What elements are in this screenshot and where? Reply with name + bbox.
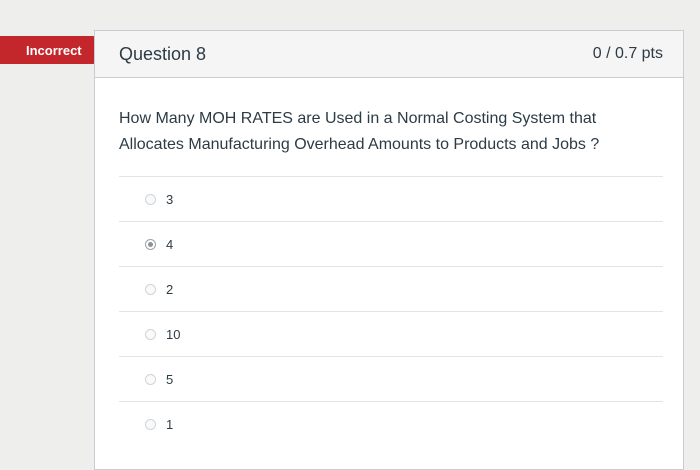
answer-option-2[interactable]: 2 (119, 266, 663, 311)
radio-button-selected[interactable] (145, 238, 156, 250)
answer-label: 5 (166, 371, 174, 387)
question-card: Question 8 0 / 0.7 pts How Many MOH RATE… (94, 30, 684, 470)
answer-list: 3 4 2 10 5 1 (95, 176, 683, 446)
incorrect-badge: Incorrect (0, 36, 104, 64)
radio-button[interactable] (145, 283, 156, 295)
radio-button[interactable] (145, 193, 156, 205)
answer-label: 4 (166, 236, 174, 252)
answer-option-4[interactable]: 4 (119, 221, 663, 266)
answer-label: 3 (166, 191, 174, 207)
points-score: 0 / 0.7 pts (592, 45, 663, 62)
question-text: How Many MOH RATES are Used in a Normal … (119, 110, 600, 153)
answer-label: 1 (166, 416, 174, 432)
answer-label: 2 (166, 281, 174, 297)
answer-option-10[interactable]: 10 (119, 311, 663, 356)
question-header: Question 8 0 / 0.7 pts (95, 31, 683, 78)
answer-label: 10 (166, 326, 181, 342)
question-title: Question 8 (119, 43, 207, 64)
radio-button[interactable] (145, 418, 156, 430)
answer-option-3[interactable]: 3 (119, 176, 663, 221)
answer-option-1[interactable]: 1 (119, 401, 663, 446)
radio-button[interactable] (145, 373, 156, 385)
radio-button[interactable] (145, 328, 156, 340)
answer-option-5[interactable]: 5 (119, 356, 663, 401)
